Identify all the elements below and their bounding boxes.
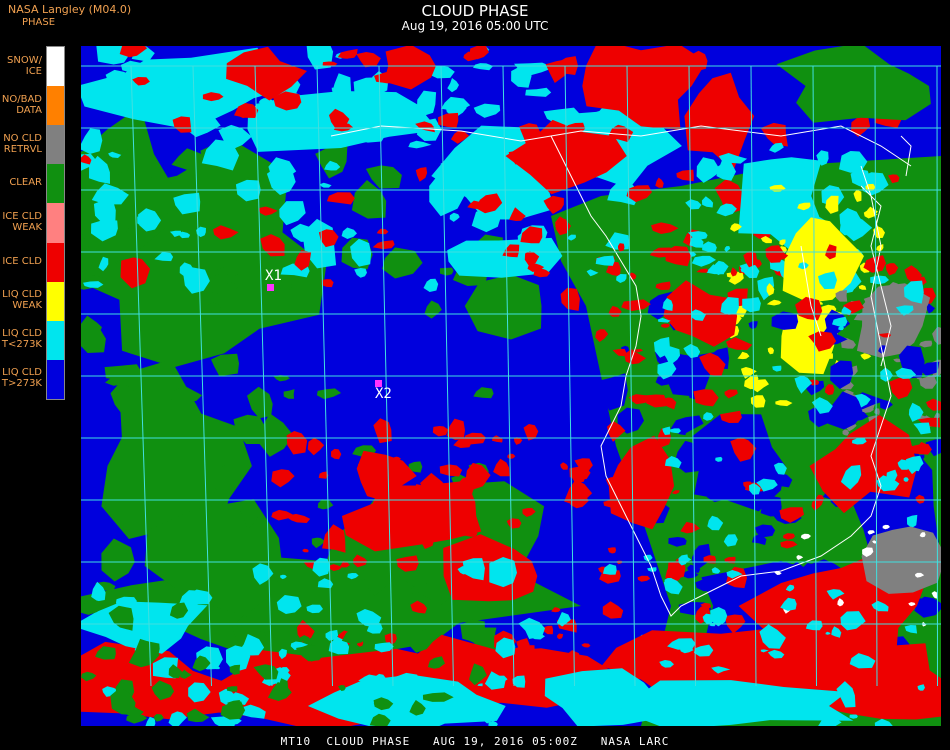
cloud-region <box>101 538 135 582</box>
legend-label: LIQ CLD T>273K <box>1 367 42 390</box>
cloud-region <box>326 192 355 205</box>
cloud-region <box>507 453 516 459</box>
cloud-region <box>302 548 309 553</box>
page-subtitle: Aug 19, 2016 05:00 UTC <box>401 19 549 33</box>
cloud-region <box>493 458 510 477</box>
cloud-region <box>432 426 449 437</box>
legend-swatch <box>47 47 64 87</box>
legend-label: LIQ CLD T<273K <box>1 328 42 351</box>
legend-swatch <box>47 242 64 282</box>
legend-label: CLEAR <box>9 177 42 189</box>
cloud-region <box>637 613 666 631</box>
cloud-region <box>557 633 564 640</box>
cloud-region <box>446 418 465 440</box>
cloud-region <box>634 586 653 612</box>
footer-caption: MT10 CLOUD PHASE AUG 19, 2016 05:00Z NAS… <box>280 735 670 748</box>
page-title: CLOUD PHASE <box>421 2 529 20</box>
cloud-region <box>341 227 357 239</box>
cloud-region <box>473 63 494 71</box>
cloud-region <box>439 267 454 276</box>
cloud-region <box>283 389 295 399</box>
cloud-region <box>81 128 103 154</box>
cloud-region <box>460 619 486 642</box>
cloud-region <box>316 388 342 400</box>
marker-x2-label: X2 <box>375 386 392 402</box>
legend-label: NO/BAD DATA <box>1 93 42 116</box>
cloud-region <box>415 167 428 182</box>
cloud-region <box>423 278 439 292</box>
cloud-region <box>211 353 239 377</box>
cloud-region <box>447 78 459 93</box>
cloud-region <box>511 64 532 88</box>
cloud-region <box>602 563 617 575</box>
cloud-region <box>373 418 392 444</box>
cloud-region <box>560 287 580 311</box>
cloud-phase-map[interactable]: X1 X2 <box>81 46 941 726</box>
cloud-region <box>655 177 664 188</box>
cloud-region <box>356 52 381 68</box>
cloud-region <box>449 212 460 222</box>
cloud-region <box>439 464 463 477</box>
cloud-region <box>424 300 442 319</box>
legend-label: SNOW/ ICE <box>7 54 42 77</box>
map-image <box>81 46 941 726</box>
legend-swatch <box>47 320 64 360</box>
cloud-region <box>525 87 552 97</box>
phase-legend <box>46 46 65 400</box>
legend-swatch <box>47 203 64 243</box>
cloud-region <box>307 437 325 456</box>
cloud-region <box>354 268 367 278</box>
cloud-region <box>492 435 503 443</box>
cloud-region <box>321 279 334 288</box>
cloud-region <box>564 479 593 506</box>
cloud-region <box>317 499 334 510</box>
cloud-region <box>172 116 192 133</box>
cloud-region <box>331 448 342 460</box>
cloud-region <box>320 182 332 188</box>
legend-swatch <box>47 281 64 321</box>
cloud-region <box>322 524 346 553</box>
cloud-region <box>769 142 784 153</box>
legend-swatch <box>47 359 64 399</box>
legend-swatch <box>47 125 64 165</box>
cloud-region <box>612 538 639 552</box>
cloud-region <box>543 625 554 635</box>
cloud-region <box>247 386 273 419</box>
cloud-region <box>463 51 478 62</box>
legend-label: ICE CLD WEAK <box>2 211 42 233</box>
cloud-region <box>438 112 459 128</box>
legend-swatch <box>47 86 64 126</box>
legend-label: LIQ CLD WEAK <box>2 289 42 312</box>
cloud-region <box>861 526 941 594</box>
legend-label: NO CLD RETRVL <box>3 132 42 155</box>
cloud-region <box>473 387 494 399</box>
cloud-region <box>81 328 106 353</box>
marker-x1-dot <box>267 284 274 291</box>
cloud-region <box>607 547 617 554</box>
cloud-region <box>286 431 308 455</box>
cloud-region <box>473 103 501 118</box>
cloud-region <box>637 575 651 582</box>
cloud-region <box>372 240 395 250</box>
legend-label: ICE CLD <box>2 255 42 267</box>
cloud-region <box>851 116 871 137</box>
cloud-region <box>676 169 694 182</box>
legend-swatch <box>47 164 64 204</box>
cloud-region <box>408 140 432 149</box>
marker-x1-label: X1 <box>265 268 282 284</box>
cloud-region <box>581 643 591 648</box>
cloud-region <box>776 46 931 123</box>
cloud-region <box>560 462 568 470</box>
cloud-region <box>602 601 624 619</box>
cloud-region <box>271 469 295 488</box>
